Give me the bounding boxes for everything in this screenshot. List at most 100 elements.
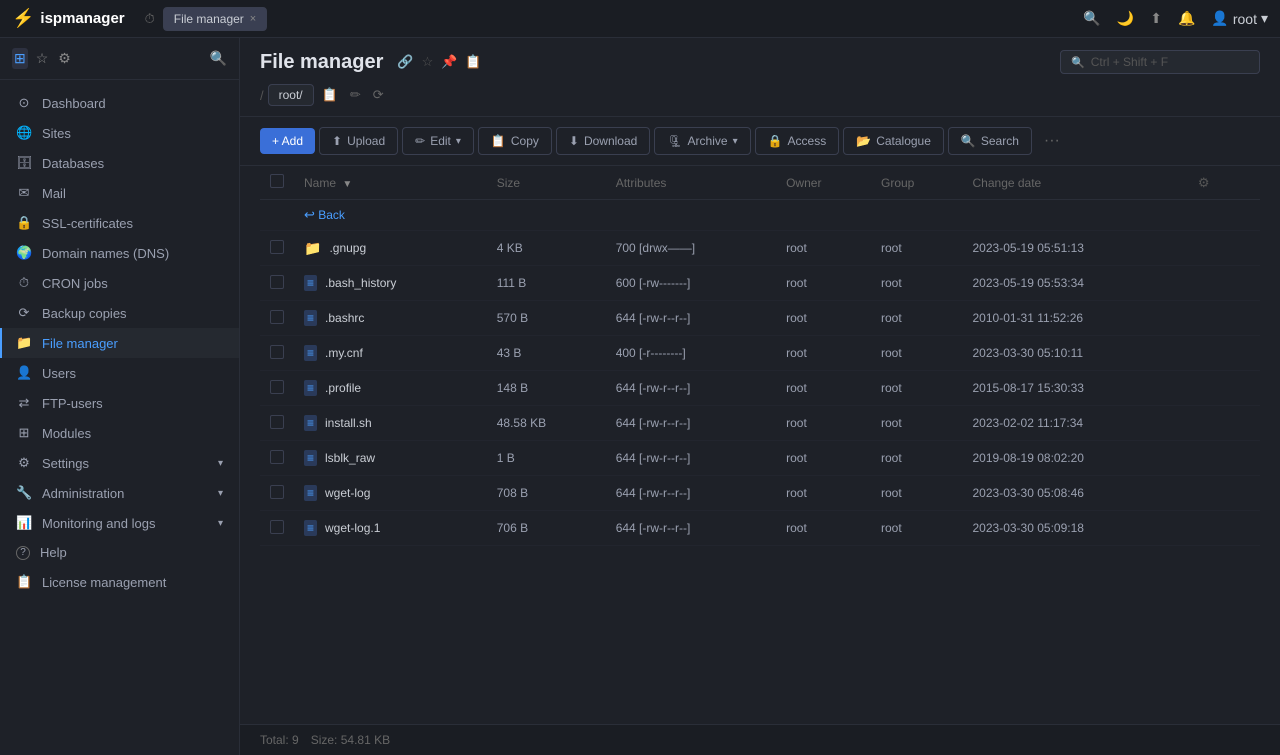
- row-more-button[interactable]: ···: [1198, 343, 1220, 363]
- row-more-button[interactable]: ···: [1198, 448, 1220, 468]
- breadcrumb-refresh-button[interactable]: ⟳: [369, 85, 388, 105]
- row-name-cell[interactable]: ≡ .my.cnf: [294, 336, 487, 371]
- sidebar-item-monitoring[interactable]: 📊 Monitoring and logs ▾: [0, 508, 239, 538]
- breadcrumb-edit-button[interactable]: ✏: [346, 85, 365, 105]
- back-cell[interactable]: ↩ Back: [294, 200, 1260, 231]
- search-button[interactable]: 🔍 Search: [948, 127, 1032, 155]
- add-button[interactable]: + Add: [260, 128, 315, 154]
- breadcrumb-copy-button[interactable]: 📋: [318, 85, 342, 105]
- catalogue-button[interactable]: 📂 Catalogue: [843, 127, 944, 155]
- sidebar-item-license[interactable]: 📋 License management: [0, 567, 239, 597]
- sidebar-item-modules[interactable]: ⊞ Modules: [0, 418, 239, 448]
- row-checkbox[interactable]: [270, 450, 284, 464]
- sidebar-item-backup[interactable]: ⟳ Backup copies: [0, 298, 239, 328]
- theme-icon[interactable]: 🌙: [1117, 10, 1134, 27]
- file-name[interactable]: wget-log: [325, 486, 370, 500]
- sidebar-item-databases[interactable]: 🗄 Databases: [0, 148, 239, 178]
- sidebar-item-dashboard[interactable]: ⊙ Dashboard: [0, 88, 239, 118]
- sidebar-item-cron[interactable]: ⏱ CRON jobs: [0, 268, 239, 298]
- sidebar-item-filemanager[interactable]: 📁 File manager: [0, 328, 239, 358]
- row-checkbox[interactable]: [270, 240, 284, 254]
- size-header[interactable]: Size: [487, 166, 606, 200]
- row-checkbox[interactable]: [270, 310, 284, 324]
- archive-button[interactable]: 🗜 Archive ▾: [654, 127, 750, 155]
- attributes-header[interactable]: Attributes: [606, 166, 776, 200]
- star-icon[interactable]: ☆: [34, 48, 51, 69]
- file-name[interactable]: lsblk_raw: [325, 451, 375, 465]
- sidebar-item-ssl[interactable]: 🔒 SSL-certificates: [0, 208, 239, 238]
- settings-group-icon[interactable]: ⚙: [56, 48, 73, 69]
- global-search-box[interactable]: 🔍 Ctrl + Shift + F: [1060, 50, 1260, 74]
- search-icon[interactable]: 🔍: [1083, 10, 1100, 27]
- settings-col-header[interactable]: ⚙: [1188, 166, 1260, 200]
- row-name-cell[interactable]: ≡ install.sh: [294, 406, 487, 441]
- logo[interactable]: ⚡ ispmanager: [12, 8, 125, 29]
- row-owner-cell: root: [776, 511, 871, 546]
- link-icon[interactable]: 🔗: [397, 54, 413, 70]
- row-more-button[interactable]: ···: [1198, 238, 1220, 258]
- sidebar-item-administration[interactable]: 🔧 Administration ▾: [0, 478, 239, 508]
- sidebar-item-ftp[interactable]: ⇄ FTP-users: [0, 388, 239, 418]
- file-name[interactable]: .my.cnf: [325, 346, 363, 360]
- row-more-button[interactable]: ···: [1198, 378, 1220, 398]
- back-label[interactable]: Back: [318, 208, 345, 222]
- sidebar-item-mail[interactable]: ✉ Mail: [0, 178, 239, 208]
- row-more-button[interactable]: ···: [1198, 308, 1220, 328]
- user-menu[interactable]: 👤 root ▾: [1211, 10, 1268, 27]
- pin-icon[interactable]: 📌: [441, 54, 457, 70]
- edit-button[interactable]: ✏ Edit ▾: [402, 127, 474, 155]
- sidebar-item-users[interactable]: 👤 Users: [0, 358, 239, 388]
- total-label: Total: 9: [260, 733, 299, 747]
- copy-button[interactable]: 📋 Copy: [478, 127, 552, 155]
- breadcrumb-root[interactable]: root/: [268, 84, 314, 106]
- download-button[interactable]: ⬇ Download: [556, 127, 650, 155]
- row-more-button[interactable]: ···: [1198, 273, 1220, 293]
- upload-button[interactable]: ⬆ Upload: [319, 127, 398, 155]
- file-name[interactable]: .gnupg: [329, 241, 366, 255]
- row-more-button[interactable]: ···: [1198, 413, 1220, 433]
- date-header[interactable]: Change date: [963, 166, 1188, 200]
- sidebar-item-dns[interactable]: 🌍 Domain names (DNS): [0, 238, 239, 268]
- sidebar-item-settings[interactable]: ⚙ Settings ▾: [0, 448, 239, 478]
- row-name-cell[interactable]: ≡ .bash_history: [294, 266, 487, 301]
- file-name[interactable]: .bashrc: [325, 311, 364, 325]
- notification-icon[interactable]: 🔔: [1178, 10, 1195, 27]
- row-name-cell[interactable]: ≡ wget-log.1: [294, 511, 487, 546]
- row-checkbox[interactable]: [270, 485, 284, 499]
- owner-header[interactable]: Owner: [776, 166, 871, 200]
- upload-icon[interactable]: ⬆: [1150, 10, 1162, 27]
- row-more-button[interactable]: ···: [1198, 518, 1220, 538]
- select-all-checkbox[interactable]: [270, 174, 284, 188]
- grid-icon[interactable]: ⊞: [12, 48, 28, 69]
- tab-close-button[interactable]: ×: [250, 13, 256, 25]
- favorite-icon[interactable]: ☆: [422, 54, 434, 70]
- row-name-cell[interactable]: ≡ .profile: [294, 371, 487, 406]
- access-button[interactable]: 🔒 Access: [755, 127, 840, 155]
- row-name-cell[interactable]: ≡ wget-log: [294, 476, 487, 511]
- file-name[interactable]: wget-log.1: [325, 521, 380, 535]
- row-name-cell[interactable]: 📁 .gnupg: [294, 231, 487, 266]
- tab-filemanager[interactable]: File manager ×: [163, 7, 267, 31]
- row-name-cell[interactable]: ≡ lsblk_raw: [294, 441, 487, 476]
- file-name[interactable]: .bash_history: [325, 276, 396, 290]
- row-checkbox[interactable]: [270, 380, 284, 394]
- name-header[interactable]: Name ▼: [294, 166, 487, 200]
- group-header[interactable]: Group: [871, 166, 963, 200]
- sidebar-item-sites[interactable]: 🌐 Sites: [0, 118, 239, 148]
- sidebar-item-help[interactable]: ? Help: [0, 538, 239, 567]
- column-settings-icon[interactable]: ⚙: [1198, 175, 1210, 190]
- sidebar-icons: ⊞ ☆ ⚙: [12, 48, 73, 69]
- sidebar-item-label: Sites: [42, 126, 71, 141]
- row-name-cell[interactable]: ≡ .bashrc: [294, 301, 487, 336]
- page-title-row: File manager 🔗 ☆ 📌 📋 🔍 Ctrl + Shift + F: [260, 50, 1260, 74]
- row-checkbox[interactable]: [270, 275, 284, 289]
- file-name[interactable]: install.sh: [325, 416, 372, 430]
- more-button[interactable]: ···: [1040, 128, 1064, 154]
- row-checkbox[interactable]: [270, 415, 284, 429]
- row-checkbox[interactable]: [270, 520, 284, 534]
- copy-link-icon[interactable]: 📋: [465, 54, 481, 70]
- row-more-button[interactable]: ···: [1198, 483, 1220, 503]
- sidebar-search-icon[interactable]: 🔍: [210, 50, 227, 67]
- file-name[interactable]: .profile: [325, 381, 361, 395]
- row-checkbox[interactable]: [270, 345, 284, 359]
